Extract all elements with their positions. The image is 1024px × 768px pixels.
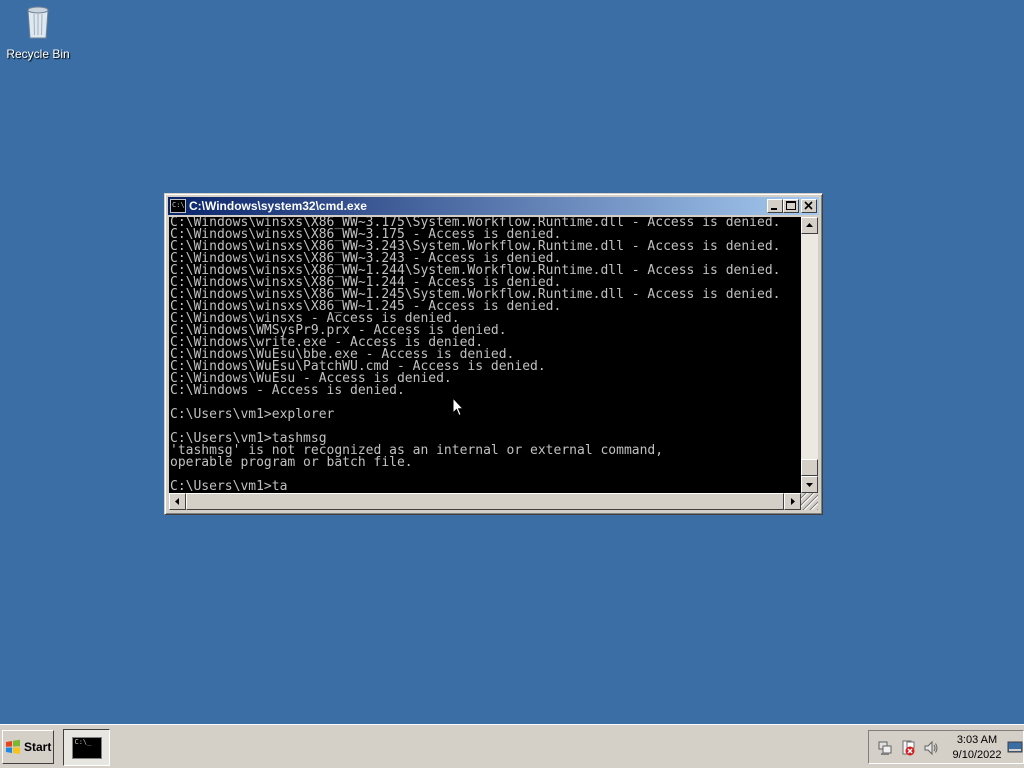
console-line: operable program or batch file. bbox=[170, 455, 413, 470]
desktop-icon-recycle-bin[interactable]: Recycle Bin bbox=[6, 4, 70, 61]
close-icon bbox=[804, 201, 813, 210]
scroll-left-button[interactable] bbox=[169, 493, 186, 510]
caption-buttons bbox=[767, 199, 817, 213]
horizontal-scrollbar[interactable] bbox=[169, 493, 801, 510]
recycle-bin-label: Recycle Bin bbox=[6, 47, 70, 61]
console-line: C:\Users\vm1>explorer bbox=[170, 407, 335, 422]
scroll-right-button[interactable] bbox=[784, 493, 801, 510]
recycle-bin-icon bbox=[27, 6, 49, 39]
maximize-icon bbox=[786, 201, 796, 210]
console-line: C:\Users\vm1>ta bbox=[170, 479, 288, 493]
scroll-down-button[interactable] bbox=[801, 476, 818, 493]
cmd-window[interactable]: C:\ C:\Windows\system32\cmd.exe C:\Windo… bbox=[164, 193, 823, 515]
show-desktop-icon[interactable] bbox=[1007, 739, 1023, 755]
scroll-up-button[interactable] bbox=[801, 217, 818, 234]
minimize-icon bbox=[771, 208, 777, 210]
windows-logo-icon bbox=[6, 739, 20, 754]
mouse-cursor-icon bbox=[452, 397, 464, 417]
clock-time: 3:03 AM bbox=[956, 734, 998, 746]
maximize-button[interactable] bbox=[783, 199, 799, 213]
arrow-down-icon bbox=[806, 483, 813, 487]
cmd-icon: C:\ bbox=[170, 199, 186, 213]
taskbar: Start C:\_ 3:03 AM 9/10/2022 bbox=[0, 724, 1024, 768]
window-titlebar[interactable]: C:\ C:\Windows\system32\cmd.exe bbox=[168, 197, 819, 215]
vertical-scrollbar[interactable] bbox=[801, 217, 818, 493]
start-button[interactable]: Start bbox=[2, 730, 54, 764]
arrow-right-icon bbox=[791, 498, 795, 505]
console-line: C:\Windows - Access is denied. bbox=[170, 383, 405, 398]
vertical-scroll-thumb[interactable] bbox=[801, 459, 818, 476]
system-tray: 3:03 AM 9/10/2022 bbox=[868, 730, 1024, 764]
action-center-alert-icon[interactable] bbox=[900, 740, 916, 756]
window-title: C:\Windows\system32\cmd.exe bbox=[189, 199, 367, 213]
console-output[interactable]: C:\Windows\winsxs\X86_WW~3.175\System.Wo… bbox=[169, 217, 801, 493]
console-text: C:\Windows\winsxs\X86_WW~3.175\System.Wo… bbox=[169, 217, 801, 493]
size-grip[interactable] bbox=[801, 493, 818, 510]
start-label: Start bbox=[24, 740, 52, 754]
clock[interactable]: 3:03 AM 9/10/2022 bbox=[948, 733, 1006, 763]
horizontal-scroll-thumb[interactable] bbox=[186, 493, 784, 510]
close-button[interactable] bbox=[801, 199, 817, 213]
network-icon[interactable] bbox=[877, 740, 893, 756]
arrow-up-icon bbox=[806, 223, 813, 227]
cmd-icon: C:\_ bbox=[71, 736, 102, 759]
arrow-left-icon bbox=[175, 498, 179, 505]
clock-date: 9/10/2022 bbox=[952, 749, 1002, 761]
volume-icon[interactable] bbox=[923, 740, 939, 756]
cmd-task-button[interactable]: C:\_ bbox=[63, 729, 110, 766]
minimize-button[interactable] bbox=[767, 199, 783, 213]
